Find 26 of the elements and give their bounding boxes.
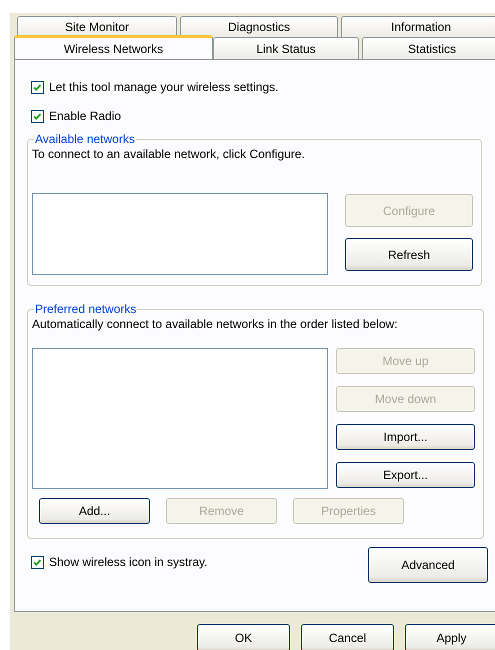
- tab[interactable]: Wireless Networks: [14, 35, 213, 59]
- tab[interactable]: Link Status: [213, 37, 359, 59]
- checkbox-label: Let this tool manage your wireless settings.: [49, 80, 278, 94]
- button[interactable]: OK: [197, 624, 290, 650]
- button[interactable]: Refresh: [345, 238, 473, 271]
- tab[interactable]: Statistics: [362, 37, 495, 59]
- tab[interactable]: Site Monitor: [17, 16, 177, 37]
- description: Automatically connect to available networks in the order listed below:: [32, 317, 399, 331]
- checkbox[interactable]: [31, 556, 44, 568]
- button[interactable]: Cancel: [301, 624, 394, 650]
- group-title: Available networks: [34, 132, 136, 146]
- checkbox[interactable]: [31, 110, 44, 122]
- tab[interactable]: Diagnostics: [180, 16, 338, 37]
- button[interactable]: Import...: [336, 424, 475, 450]
- advanced-button[interactable]: Advanced: [368, 547, 488, 583]
- button[interactable]: Apply: [405, 624, 495, 650]
- network-list[interactable]: [32, 193, 328, 275]
- checkbox-label: Enable Radio: [49, 109, 122, 123]
- checkbox[interactable]: [31, 80, 44, 94]
- tab[interactable]: Information: [341, 16, 495, 37]
- button[interactable]: Export...: [336, 462, 475, 488]
- network-list[interactable]: [32, 348, 328, 489]
- button[interactable]: Add...: [39, 498, 150, 524]
- description: To connect to an available network, click Configure.: [32, 147, 306, 161]
- group-title: Preferred networks: [34, 302, 138, 316]
- checkbox-label: Show wireless icon in systray.: [49, 555, 208, 569]
